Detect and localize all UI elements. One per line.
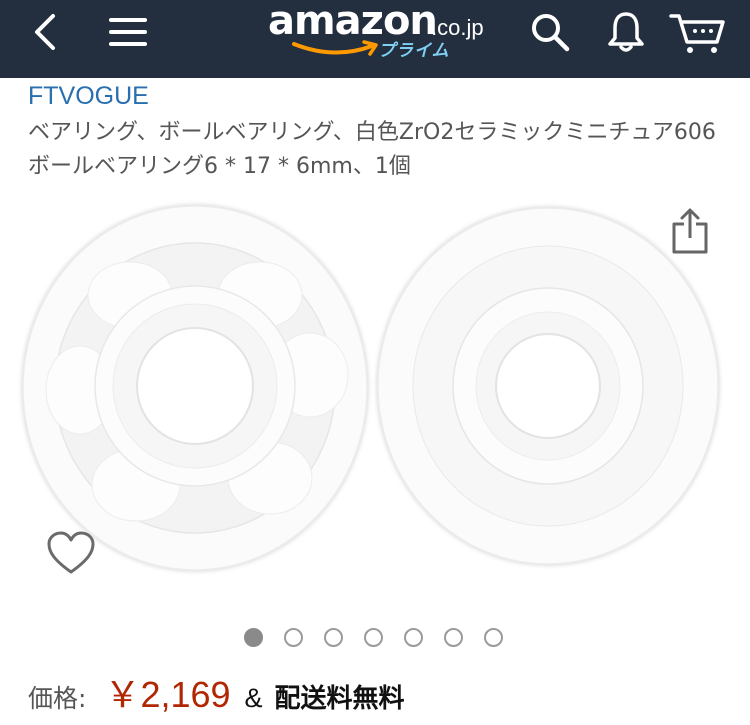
heart-icon [47, 531, 95, 574]
free-shipping-label: 配送料無料 [274, 684, 405, 714]
notifications-button[interactable] [598, 0, 654, 64]
logo-prime-label: プライム [378, 41, 450, 61]
share-icon [672, 208, 708, 254]
image-pager [244, 628, 503, 647]
cart-button[interactable] [666, 0, 730, 64]
pager-dot[interactable] [404, 628, 423, 647]
brand-link[interactable]: FTVOGUE [28, 82, 149, 111]
pager-dot[interactable] [244, 628, 263, 647]
price-amp: & [244, 683, 263, 713]
back-icon [35, 14, 55, 50]
price-row: 価格: ￥2,169 & 配送料無料 [28, 666, 405, 715]
menu-icon [109, 18, 147, 46]
product-image[interactable] [18, 200, 730, 600]
price-label: 価格: [28, 684, 87, 713]
pager-dot[interactable] [284, 628, 303, 647]
wishlist-button[interactable] [46, 530, 96, 576]
back-button[interactable] [22, 0, 68, 64]
top-nav-bar: amazon .co.jp プライム [0, 0, 750, 78]
share-button[interactable] [670, 206, 710, 256]
logo-smile-icon [292, 40, 378, 56]
bell-icon [608, 12, 644, 52]
pager-dot[interactable] [444, 628, 463, 647]
pager-dot[interactable] [324, 628, 343, 647]
search-button[interactable] [522, 0, 578, 64]
search-icon [532, 14, 570, 52]
pager-dot[interactable] [364, 628, 383, 647]
cart-icon [669, 14, 725, 53]
amazon-logo[interactable]: amazon .co.jp プライム [268, 0, 488, 61]
menu-button[interactable] [102, 0, 154, 64]
pager-dot[interactable] [484, 628, 503, 647]
price-value: ￥2,169 [104, 674, 231, 715]
product-title: ベアリング、ボールベアリング、白色ZrO2セラミックミニチュア606ボールベアリ… [28, 120, 716, 179]
